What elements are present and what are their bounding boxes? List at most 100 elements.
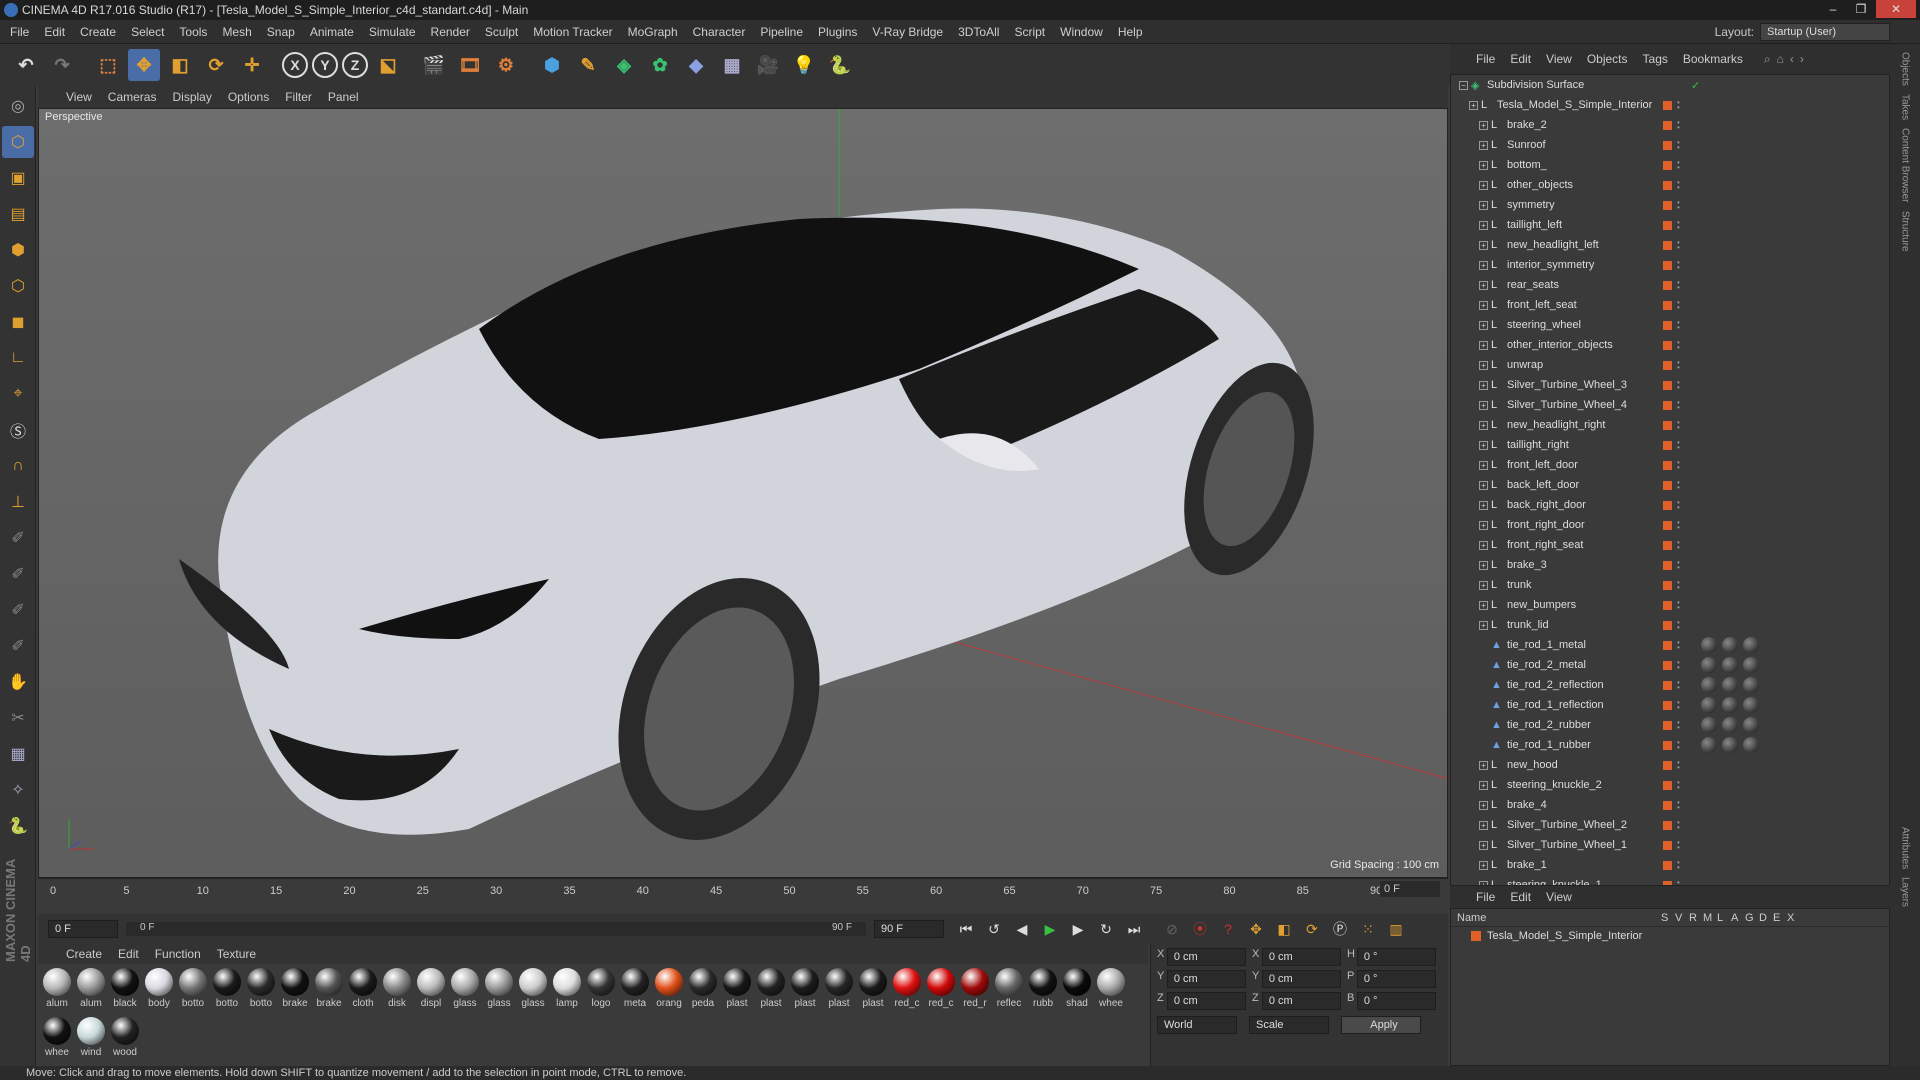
expand-toggle-icon[interactable]: + xyxy=(1479,180,1488,190)
expand-toggle-icon[interactable]: + xyxy=(1479,780,1488,790)
cube-icon[interactable]: ⬢ xyxy=(536,49,568,81)
expand-toggle-icon[interactable]: + xyxy=(1479,420,1488,430)
material-tag-icon[interactable] xyxy=(1743,657,1759,673)
viewport-menu-panel[interactable]: Panel xyxy=(328,90,359,104)
layer-color-icon[interactable] xyxy=(1663,820,1672,830)
visibility-toggle-icon[interactable]: • • xyxy=(1677,659,1681,672)
material-swatch[interactable]: alum xyxy=(40,968,74,1014)
object-row[interactable]: + L Silver_Turbine_Wheel_4 • • xyxy=(1451,395,1889,415)
visibility-toggle-icon[interactable]: • • xyxy=(1677,499,1681,512)
object-row[interactable]: +Lsteering_knuckle_1• • xyxy=(1451,875,1889,885)
material-swatch[interactable]: wood xyxy=(108,1017,142,1063)
viewport-menu-display[interactable]: Display xyxy=(172,90,211,104)
visibility-toggle-icon[interactable]: • • xyxy=(1677,559,1681,572)
layer-color-icon[interactable] xyxy=(1663,800,1672,810)
layout-select[interactable]: Startup (User) xyxy=(1760,23,1890,41)
object-row[interactable]: + L Silver_Turbine_Wheel_2 • • xyxy=(1451,815,1889,835)
object-row[interactable]: + Lbrake_2 • • xyxy=(1451,115,1889,135)
key-position-icon[interactable]: ✥ xyxy=(1244,917,1268,941)
side-tab-attributes[interactable]: Attributes xyxy=(1900,827,1911,869)
axis-mode-icon[interactable]: ∟ xyxy=(2,342,34,374)
object-row[interactable]: ▲ tie_rod_1_metal • • xyxy=(1451,635,1889,655)
object-row[interactable]: + Linterior_symmetry • • xyxy=(1451,255,1889,275)
material-tags[interactable] xyxy=(1701,637,1764,653)
knife-tool-icon[interactable]: ✂ xyxy=(2,702,34,734)
edges-mode-icon[interactable]: ⬡ xyxy=(2,270,34,302)
object-row[interactable]: − ◈ Subdivision Surface ✓ xyxy=(1451,75,1889,95)
coordinate-field[interactable]: 0 cm xyxy=(1166,970,1246,988)
menu-mesh[interactable]: Mesh xyxy=(222,25,251,39)
current-frame-field[interactable]: 0 F xyxy=(1380,881,1440,897)
menu-render[interactable]: Render xyxy=(431,25,470,39)
coordinate-space-select[interactable]: World xyxy=(1157,1016,1237,1034)
expand-toggle-icon[interactable]: + xyxy=(1479,800,1488,810)
material-swatch[interactable]: plast xyxy=(754,968,788,1014)
menu-mograph[interactable]: MoGraph xyxy=(628,25,678,39)
undo-icon[interactable]: ↶ xyxy=(10,49,42,81)
layer-color-icon[interactable] xyxy=(1663,240,1672,250)
material-tag-icon[interactable] xyxy=(1743,717,1759,733)
material-swatch[interactable]: meta xyxy=(618,968,652,1014)
material-swatch[interactable]: red_c xyxy=(924,968,958,1014)
visibility-toggle-icon[interactable]: • • xyxy=(1677,139,1681,152)
visibility-toggle-icon[interactable]: • • xyxy=(1677,119,1681,132)
smooth-tool-icon[interactable]: ✐ xyxy=(2,630,34,662)
coordinate-system-icon[interactable]: ⬕ xyxy=(372,49,404,81)
menu-3dtoall[interactable]: 3DToAll xyxy=(958,25,999,39)
end-frame-field[interactable]: 90 F xyxy=(874,920,944,938)
object-menu-edit[interactable]: Edit xyxy=(1510,52,1531,66)
material-tag-icon[interactable] xyxy=(1743,737,1759,753)
material-menu-function[interactable]: Function xyxy=(155,947,201,961)
viewport-menu-cameras[interactable]: Cameras xyxy=(108,90,157,104)
material-swatch[interactable]: glass xyxy=(482,968,516,1014)
visibility-toggle-icon[interactable]: • • xyxy=(1677,179,1681,192)
layer-menu-view[interactable]: View xyxy=(1546,890,1572,904)
object-row[interactable]: + Lsteering_wheel • • xyxy=(1451,315,1889,335)
visibility-toggle-icon[interactable]: • • xyxy=(1677,99,1681,112)
perspective-viewport[interactable]: Perspective Grid Spacing : 100 cm xyxy=(38,108,1448,878)
viewport-menu-options[interactable]: Options xyxy=(228,90,269,104)
material-swatch[interactable]: botto xyxy=(244,968,278,1014)
expand-toggle-icon[interactable]: + xyxy=(1469,100,1478,110)
material-tag-icon[interactable] xyxy=(1701,637,1717,653)
layer-color-icon[interactable] xyxy=(1663,480,1672,490)
object-row[interactable]: + Lother_interior_objects • • xyxy=(1451,335,1889,355)
material-swatch[interactable]: plast xyxy=(822,968,856,1014)
rotate-tool-icon[interactable]: ⟳ xyxy=(200,49,232,81)
render-settings-icon[interactable]: ⚙ xyxy=(490,49,522,81)
material-swatch[interactable]: lamp xyxy=(550,968,584,1014)
visibility-toggle-icon[interactable]: • • xyxy=(1677,419,1681,432)
side-tab-takes[interactable]: Takes xyxy=(1900,94,1911,120)
visibility-toggle-icon[interactable]: • • xyxy=(1677,599,1681,612)
object-row[interactable]: + L Sunroof • • xyxy=(1451,135,1889,155)
visibility-toggle-icon[interactable]: • • xyxy=(1677,579,1681,592)
apply-button[interactable]: Apply xyxy=(1341,1016,1421,1034)
key-scale-icon[interactable]: ◧ xyxy=(1272,917,1296,941)
layer-color-icon[interactable] xyxy=(1663,740,1672,750)
expand-toggle-icon[interactable]: + xyxy=(1479,820,1488,830)
visibility-toggle-icon[interactable]: • • xyxy=(1677,299,1681,312)
material-swatch[interactable]: whee xyxy=(1094,968,1128,1014)
object-row[interactable]: + Lrear_seats • • xyxy=(1451,275,1889,295)
object-row[interactable]: + Lunwrap • • xyxy=(1451,355,1889,375)
layer-color-icon[interactable] xyxy=(1663,280,1672,290)
visibility-toggle-icon[interactable]: • • xyxy=(1677,619,1681,632)
object-row[interactable]: ▲ tie_rod_1_reflection • • xyxy=(1451,695,1889,715)
expand-toggle-icon[interactable]: + xyxy=(1479,860,1488,870)
material-swatch[interactable]: brake xyxy=(312,968,346,1014)
x-axis-icon[interactable]: X xyxy=(282,52,308,78)
visibility-toggle-icon[interactable]: • • xyxy=(1677,359,1681,372)
layer-color-icon[interactable] xyxy=(1663,860,1672,870)
move-tool-icon[interactable]: ✥ xyxy=(128,49,160,81)
visibility-toggle-icon[interactable]: • • xyxy=(1677,339,1681,352)
object-row[interactable]: + Lback_right_door • • xyxy=(1451,495,1889,515)
visibility-toggle-icon[interactable]: • • xyxy=(1677,319,1681,332)
expand-toggle-icon[interactable]: + xyxy=(1479,340,1488,350)
object-menu-tags[interactable]: Tags xyxy=(1643,52,1668,66)
expand-toggle-icon[interactable]: + xyxy=(1479,160,1488,170)
menu-tools[interactable]: Tools xyxy=(179,25,207,39)
menu-animate[interactable]: Animate xyxy=(310,25,354,39)
expand-toggle-icon[interactable]: + xyxy=(1479,400,1488,410)
expand-toggle-icon[interactable]: + xyxy=(1479,360,1488,370)
layer-color-icon[interactable] xyxy=(1663,340,1672,350)
